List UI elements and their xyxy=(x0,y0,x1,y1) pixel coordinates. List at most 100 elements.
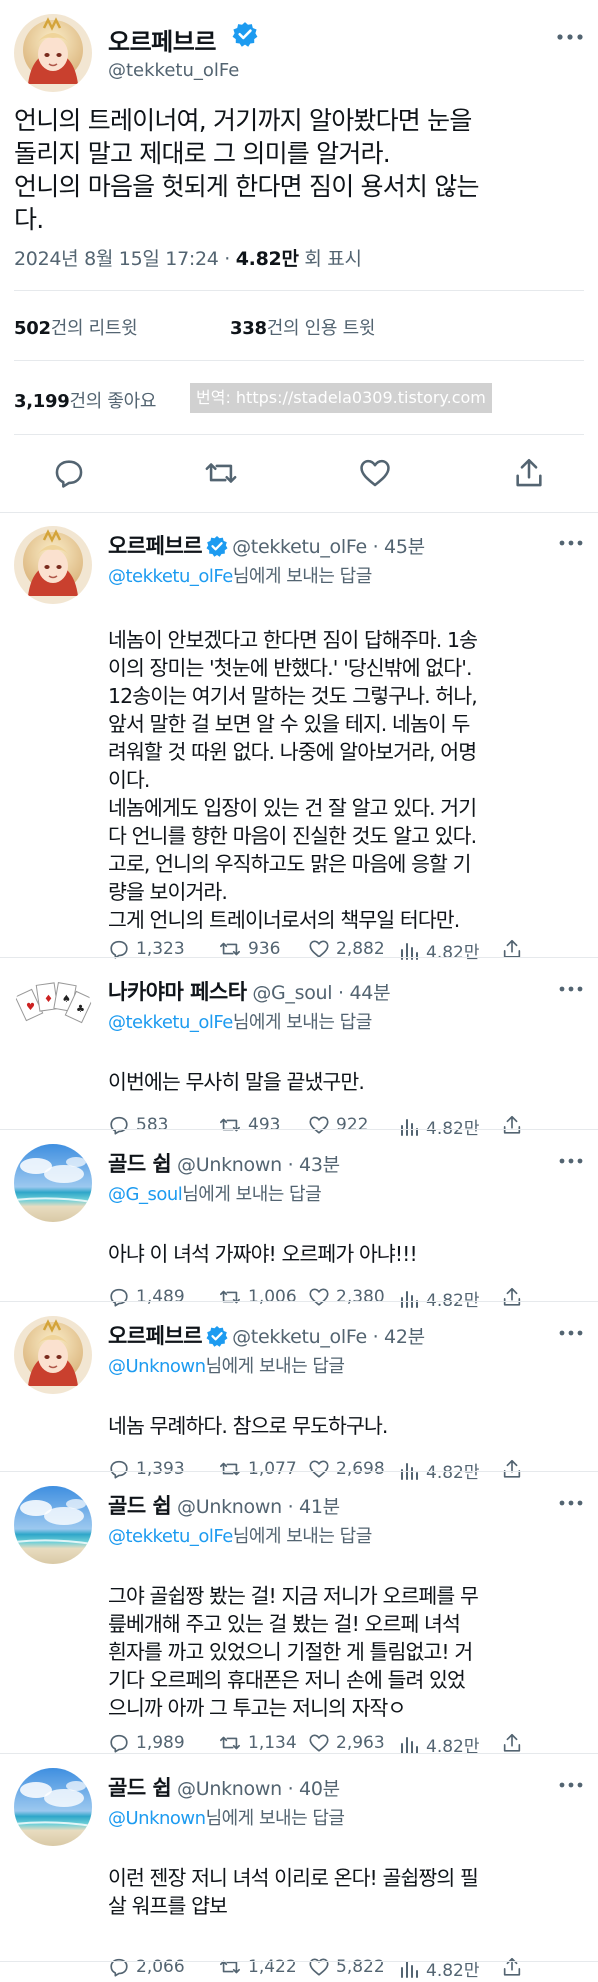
user-avatar[interactable] xyxy=(14,1144,92,1222)
reply-text-line: 살 워프를 얍보 xyxy=(108,1894,228,1918)
reply-text-line: 앞서 말한 걸 보면 알 수 있을 테지. 네놈이 두 xyxy=(108,712,470,736)
reply-text-line: 아냐 이 녀석 가짜야! 오르페가 아냐!!! xyxy=(108,1242,418,1266)
retweet-icon[interactable] xyxy=(204,456,238,490)
verified-badge-icon xyxy=(206,1325,229,1347)
reply-text: 아냐 이 녀석 가짜야! 오르페가 아냐!!! xyxy=(108,1240,586,1268)
more-options-icon[interactable] xyxy=(558,1328,584,1338)
reply-time[interactable]: · 44분 xyxy=(332,982,391,1004)
reply-author-name[interactable]: 골드 쉽 xyxy=(108,1776,172,1800)
replying-to-handle[interactable]: @tekketu_olFe xyxy=(108,566,233,587)
reply-text-line: 흰자를 까고 있었으니 기절한 게 틀림없고! 거 xyxy=(108,1640,473,1664)
replying-to: @tekketu_olFe님에게 보내는 답글 xyxy=(108,1008,372,1034)
svg-text:♦: ♦ xyxy=(44,994,53,1005)
quote-stat[interactable]: 338건의 인용 트윗 xyxy=(230,314,375,340)
reply-time[interactable]: · 45분 xyxy=(367,536,426,558)
reply-author-handle[interactable]: @tekketu_olFe xyxy=(232,1326,367,1348)
reply-author-handle[interactable]: @G_soul xyxy=(252,982,332,1004)
reply-icon xyxy=(110,1734,128,1753)
reply-time[interactable]: · 43분 xyxy=(282,1154,341,1176)
user-avatar[interactable] xyxy=(14,526,92,604)
reply-tweet[interactable]: 골드 쉽 @Unknown · 41분 @tekketu_olFe님에게 보내는… xyxy=(0,1472,598,1757)
more-options-icon[interactable] xyxy=(558,1498,584,1508)
reply-tweet[interactable]: 오르페브르 @tekketu_olFe · 45분 @tekketu_olFe님에… xyxy=(0,512,598,963)
reply-author-name[interactable]: 오르페브르 xyxy=(108,534,203,558)
reply-author-name[interactable]: 골드 쉽 xyxy=(108,1494,172,1518)
user-avatar[interactable]: ♥ ♦ ♠ ♣ xyxy=(14,972,92,1050)
user-avatar[interactable] xyxy=(14,1486,92,1564)
reply-text-line: 이런 젠장 저니 녀석 이리로 온다! 골쉽짱의 필 xyxy=(108,1866,479,1890)
user-avatar[interactable] xyxy=(14,1768,92,1846)
more-options-icon[interactable] xyxy=(558,1780,584,1790)
reply-text-line: 네놈 무례하다. 참으로 무도하구나. xyxy=(108,1414,388,1438)
reply-time[interactable]: · 41분 xyxy=(282,1496,341,1518)
author-name[interactable]: 오르페브르 xyxy=(108,22,216,57)
reply-text-line: 다 언니를 향한 마음이 진실한 것도 알고 있다. xyxy=(108,824,477,848)
share-icon[interactable] xyxy=(512,456,546,490)
reply-icon[interactable] xyxy=(52,456,86,490)
reply-tweet[interactable]: 오르페브르 @tekketu_olFe · 42분 @Unknown님에게 보내는… xyxy=(0,1302,598,1483)
like-stat[interactable]: 3,199건의 좋아요 xyxy=(14,387,156,413)
retweet-button[interactable]: 1,134 xyxy=(218,1732,297,1754)
replying-to-suffix: 님에게 보내는 답글 xyxy=(182,1184,322,1205)
replying-to-suffix: 님에게 보내는 답글 xyxy=(232,566,372,587)
more-options-icon[interactable] xyxy=(558,984,584,994)
like-button[interactable]: 2,963 xyxy=(308,1732,385,1754)
reply-text-line: 이의 장미는 '첫눈에 반했다.' '당신밖에 없다'. xyxy=(108,656,472,680)
replying-to-handle[interactable]: @Unknown xyxy=(108,1808,206,1829)
more-options-icon[interactable] xyxy=(558,538,584,548)
replying-to-handle[interactable]: @tekketu_olFe xyxy=(108,1012,233,1033)
like-icon[interactable] xyxy=(358,456,392,490)
retweet-button[interactable]: 1,422 xyxy=(218,1956,297,1978)
more-options-icon[interactable] xyxy=(556,32,584,42)
replying-to: @tekketu_olFe님에게 보내는 답글 xyxy=(108,562,372,588)
replying-to-handle[interactable]: @G_soul xyxy=(108,1184,183,1205)
tweet-text: 언니의 트레이너여, 거기까지 알아봤다면 눈을 돌리지 말고 제대로 그 의미… xyxy=(14,104,584,236)
reply-text-line: 릎베개해 주고 있는 걸 봤는 걸! 오르페 녀석 xyxy=(108,1612,461,1636)
divider xyxy=(14,290,584,291)
reply-text-line: 려워할 것 따윈 없다. 나중에 알아보거라, 어명 xyxy=(108,740,477,764)
translator-watermark: 번역: https://stadela0309.tistory.com xyxy=(190,383,492,413)
reply-count: 1,323 xyxy=(136,939,185,959)
reply-header: 오르페브르 @tekketu_olFe · 42분 xyxy=(108,1320,425,1350)
reply-text-line: 고로, 언니의 우직하고도 맑은 마음에 응할 기 xyxy=(108,852,472,876)
reply-author-name[interactable]: 오르페브르 xyxy=(108,1324,203,1348)
replying-to-handle[interactable]: @tekketu_olFe xyxy=(108,1526,233,1547)
reply-time[interactable]: · 40분 xyxy=(282,1778,341,1800)
reply-text: 이번에는 무사히 말을 끝냈구만. xyxy=(108,1068,586,1096)
like-count: 5,822 xyxy=(336,1957,385,1977)
reply-time[interactable]: · 42분 xyxy=(367,1326,426,1348)
orfevre-avatar[interactable] xyxy=(14,14,92,92)
reply-tweet[interactable]: ♥ ♦ ♠ ♣ 나카야마 페스타 @G_soul · 44분 @tekketu_olF… xyxy=(0,958,598,1139)
views-button[interactable]: 4.82만 xyxy=(400,1956,480,1981)
user-avatar[interactable] xyxy=(14,1316,92,1394)
reply-icon xyxy=(110,1958,128,1977)
share-button[interactable] xyxy=(501,1956,529,1978)
divider xyxy=(14,434,584,435)
reply-author-handle[interactable]: @Unknown xyxy=(177,1496,282,1518)
tweet-datetime[interactable]: 2024년 8월 15일 17:24 · xyxy=(14,248,236,270)
reply-button[interactable]: 1,989 xyxy=(108,1732,185,1754)
author-handle[interactable]: @tekketu_olFe xyxy=(108,60,239,81)
reply-tweet[interactable]: 골드 쉽 @Unknown · 43분 @G_soul님에게 보내는 답글 아냐… xyxy=(0,1130,598,1311)
reply-text-line: 기다 오르페의 휴대폰은 저니 손에 들려 있었 xyxy=(108,1668,466,1692)
tweet-text-line: 언니의 마음을 헛되게 한다면 짐이 용서치 않는 xyxy=(14,172,479,201)
like-count: 2,882 xyxy=(336,939,385,959)
like-count: 2,963 xyxy=(336,1733,385,1753)
reply-button[interactable]: 2,066 xyxy=(108,1956,185,1978)
reply-tweet[interactable]: 골드 쉽 @Unknown · 40분 @Unknown님에게 보내는 답글 이… xyxy=(0,1754,598,1981)
reply-author-name[interactable]: 나카야마 페스타 xyxy=(108,980,247,1004)
reply-author-handle[interactable]: @Unknown xyxy=(177,1778,282,1800)
reply-author-handle[interactable]: @tekketu_olFe xyxy=(232,536,367,558)
svg-text:♠: ♠ xyxy=(62,994,71,1005)
replying-to-handle[interactable]: @Unknown xyxy=(108,1356,206,1377)
retweet-stat[interactable]: 502건의 리트윗 xyxy=(14,314,138,340)
reply-header: 나카야마 페스타 @G_soul · 44분 xyxy=(108,976,391,1006)
reply-author-handle[interactable]: @Unknown xyxy=(177,1154,282,1176)
more-options-icon[interactable] xyxy=(558,1156,584,1166)
like-button[interactable]: 5,822 xyxy=(308,1956,385,1978)
replying-to-suffix: 님에게 보내는 답글 xyxy=(205,1356,345,1377)
tweet-meta: 2024년 8월 15일 17:24 · 4.82만 회 표시 xyxy=(14,244,362,271)
share-button[interactable] xyxy=(501,1732,529,1754)
reply-text-line: 네놈에게도 입장이 있는 건 잘 알고 있다. 거기 xyxy=(108,796,477,820)
reply-author-name[interactable]: 골드 쉽 xyxy=(108,1152,172,1176)
